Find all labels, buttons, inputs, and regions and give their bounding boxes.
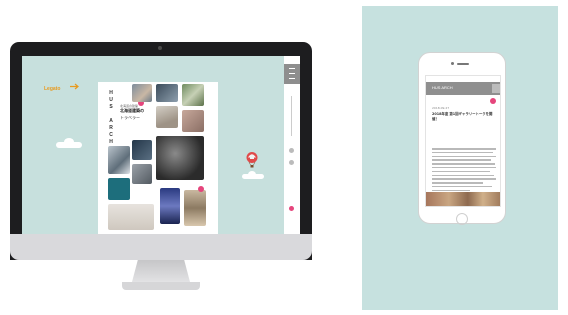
logo-arrow-icon xyxy=(70,83,79,90)
imac-stand xyxy=(132,260,190,282)
page-heading: 北海道の建築 北海道建築の トラベラー xyxy=(120,104,144,120)
desktop-site-screen: Legato H U S A R C H 北海道の建築 北海道建築の トラベラー xyxy=(22,56,300,234)
imac-mockup: Legato H U S A R C H 北海道の建築 北海道建築の トラベラー xyxy=(10,42,312,292)
article-tile[interactable] xyxy=(184,190,206,226)
nav-dot[interactable] xyxy=(289,148,294,153)
imac-chin xyxy=(10,234,312,260)
home-button[interactable] xyxy=(456,213,468,225)
article-photo xyxy=(426,192,500,206)
mobile-header: HUS ARCH xyxy=(426,82,500,95)
nav-dot-active[interactable] xyxy=(289,206,294,211)
article-date: 2018.09.27 xyxy=(432,106,450,110)
article-tile[interactable] xyxy=(156,84,178,102)
site-logo[interactable]: Legato xyxy=(44,86,60,92)
mobile-site-screen: HUS ARCH 2018.09.27 2018年度 第1回ギャラリートークを開… xyxy=(425,75,501,207)
heading-sub: トラベラー xyxy=(120,115,140,120)
article-tile[interactable] xyxy=(132,140,152,160)
article-tile[interactable] xyxy=(132,164,152,184)
article-tile[interactable] xyxy=(132,84,152,102)
mobile-preview-panel: HUS ARCH 2018.09.27 2018年度 第1回ギャラリートークを開… xyxy=(362,6,558,310)
nav-dot[interactable] xyxy=(289,160,294,165)
article-title: 2018年度 第1回ギャラリートークを開催！ xyxy=(432,112,493,121)
mobile-site-title[interactable]: HUS ARCH xyxy=(432,85,453,90)
article-tile[interactable] xyxy=(108,146,130,174)
article-body xyxy=(432,148,496,194)
article-tile[interactable] xyxy=(108,204,154,230)
camera-icon xyxy=(451,62,454,65)
brand-vertical-title: H U S A R C H xyxy=(109,90,113,145)
hamburger-icon xyxy=(289,68,295,69)
cloud-decoration xyxy=(56,138,82,148)
speaker-icon xyxy=(457,63,469,65)
new-badge-icon xyxy=(198,186,204,192)
cloud-decoration xyxy=(242,171,264,179)
imac-base xyxy=(122,282,200,290)
article-tile[interactable] xyxy=(182,110,204,132)
side-navigation xyxy=(284,56,300,234)
article-tile[interactable] xyxy=(160,188,180,224)
menu-button[interactable] xyxy=(284,64,300,84)
article-tile[interactable] xyxy=(156,106,178,128)
article-tile[interactable] xyxy=(182,84,204,106)
nav-divider xyxy=(291,96,292,136)
hot-air-balloon-icon xyxy=(246,152,258,168)
showcase-canvas: Legato H U S A R C H 北海道の建築 北海道建築の トラベラー… xyxy=(0,0,568,315)
hamburger-icon[interactable] xyxy=(492,84,500,93)
heading-main: 北海道建築の xyxy=(120,108,144,113)
camera-icon xyxy=(158,46,162,50)
featured-aerial-tile[interactable] xyxy=(156,136,204,180)
new-badge-icon xyxy=(490,98,496,104)
smartphone-mockup: HUS ARCH 2018.09.27 2018年度 第1回ギャラリートークを開… xyxy=(418,52,506,225)
article-tile[interactable] xyxy=(108,178,130,200)
